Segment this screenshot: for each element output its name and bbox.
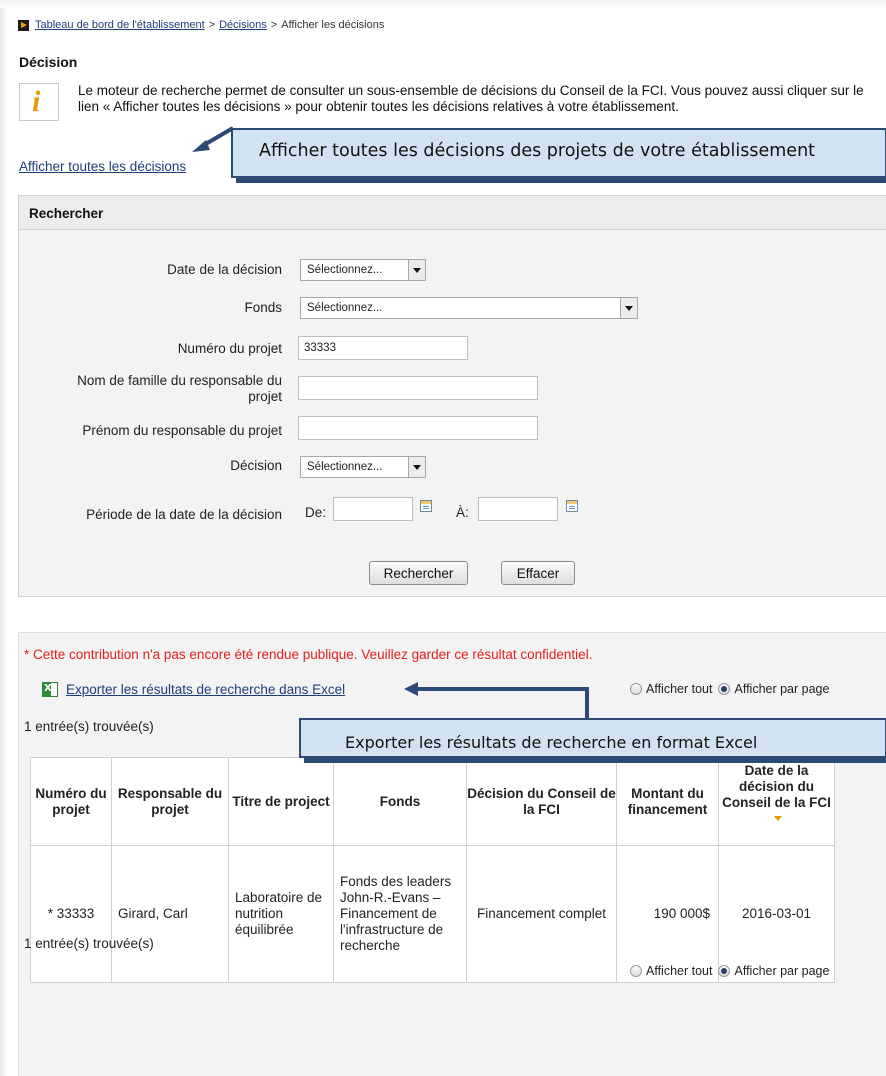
- cell-fund: Fonds des leaders John-R.-Evans – Financ…: [333, 845, 467, 983]
- decision-label: Décision: [230, 458, 282, 473]
- fund-select-value: Sélectionnez...: [307, 302, 383, 314]
- decision-date-select-value: Sélectionnez...: [307, 264, 383, 276]
- period-to-input[interactable]: [478, 497, 558, 521]
- display-mode-top: Afficher tout Afficher par page: [630, 682, 835, 696]
- page-title: Décision: [19, 54, 78, 70]
- search-header: Rechercher: [19, 196, 886, 230]
- display-all-label: Afficher tout: [646, 964, 713, 978]
- column-header-decision[interactable]: Décision du Conseil de la FCI: [466, 757, 617, 846]
- display-all-radio[interactable]: [630, 683, 642, 695]
- decision-select-value: Sélectionnez...: [307, 461, 383, 473]
- callout-arrow-line: [202, 126, 235, 147]
- breadcrumb-separator: >: [208, 19, 216, 31]
- column-header-amount[interactable]: Montant du financement: [616, 757, 719, 846]
- display-all-radio[interactable]: [630, 965, 642, 977]
- info-text: Le moteur de recherche permet de consult…: [78, 83, 864, 114]
- show-all-decisions-link[interactable]: Afficher toutes les décisions: [19, 159, 186, 174]
- chevron-down-icon: [408, 260, 425, 280]
- display-per-page-label: Afficher par page: [734, 964, 830, 978]
- chevron-down-icon: [620, 298, 637, 318]
- column-header-responsible[interactable]: Responsable du projet: [111, 757, 229, 846]
- display-per-page-radio[interactable]: [718, 683, 731, 695]
- calendar-icon[interactable]: [566, 500, 578, 512]
- callout-export: Exporter les résultats de recherche en f…: [299, 718, 886, 758]
- project-number-input[interactable]: 33333: [298, 336, 468, 360]
- display-all-label: Afficher tout: [646, 682, 713, 696]
- display-per-page-label: Afficher par page: [734, 682, 830, 696]
- cell-responsible: Girard, Carl: [111, 845, 229, 983]
- breadcrumb-arrow-icon: [18, 19, 29, 31]
- period-label: Période de la date de la décision: [86, 507, 282, 522]
- display-per-page-radio[interactable]: [718, 965, 731, 977]
- page-left-shadow: [0, 0, 8, 1076]
- confidential-warning: * Cette contribution n'a pas encore été …: [24, 647, 593, 662]
- cell-title: Laboratoire de nutrition équilibrée: [228, 845, 334, 983]
- result-count-top: 1 entrée(s) trouvée(s): [24, 719, 154, 734]
- display-mode-bottom: Afficher tout Afficher par page: [630, 964, 835, 978]
- breadcrumb-current: Afficher les décisions: [281, 19, 385, 31]
- chevron-down-icon: [408, 457, 425, 477]
- period-to-label: À:: [456, 505, 469, 520]
- last-name-input[interactable]: [298, 376, 538, 400]
- breadcrumb-link-dashboard[interactable]: Tableau de bord de l'établissement: [35, 19, 205, 31]
- column-header-decision-date-label: Date de la décision du Conseil de la FCI: [722, 762, 831, 810]
- sort-desc-icon: [773, 816, 782, 822]
- cell-decision-date: 2016-03-01: [718, 845, 835, 983]
- cell-project-number[interactable]: * 33333: [30, 845, 112, 983]
- excel-icon[interactable]: [42, 682, 58, 697]
- result-count-bottom: 1 entrée(s) trouvée(s): [24, 936, 154, 951]
- decision-date-label: Date de la décision: [167, 262, 282, 277]
- table-row: * 33333 Girard, Carl Laboratoire de nutr…: [30, 845, 835, 983]
- last-name-label: Nom de famille du responsable du projet: [77, 373, 282, 404]
- column-header-decision-date[interactable]: Date de la décision du Conseil de la FCI: [718, 757, 835, 846]
- fund-label: Fonds: [244, 300, 282, 315]
- period-from-input[interactable]: [333, 497, 413, 521]
- column-header-title[interactable]: Titre de project: [228, 757, 334, 846]
- first-name-label: Prénom du responsable du projet: [82, 423, 282, 438]
- decision-date-select[interactable]: Sélectionnez...: [300, 259, 426, 281]
- breadcrumb: Tableau de bord de l'établissement > Déc…: [18, 19, 384, 31]
- column-header-project-number[interactable]: Numéro du projet: [30, 757, 112, 846]
- search-button[interactable]: Rechercher: [369, 561, 468, 585]
- arrow-head-icon: [192, 140, 210, 152]
- callout-show-all: Afficher toutes les décisions des projet…: [231, 128, 886, 178]
- breadcrumb-separator: >: [270, 19, 278, 31]
- decision-select[interactable]: Sélectionnez...: [300, 456, 426, 478]
- first-name-input[interactable]: [298, 416, 538, 440]
- info-icon: i: [19, 83, 59, 121]
- fund-select[interactable]: Sélectionnez...: [300, 297, 638, 319]
- cell-decision: Financement complet: [466, 845, 617, 983]
- clear-button[interactable]: Effacer: [501, 561, 575, 585]
- calendar-icon[interactable]: [420, 500, 432, 512]
- project-number-label: Numéro du projet: [177, 341, 282, 356]
- page-top-shadow: [0, 0, 886, 8]
- column-header-fund[interactable]: Fonds: [333, 757, 467, 846]
- breadcrumb-link-decisions[interactable]: Décisions: [219, 19, 267, 31]
- cell-amount: 190 000$: [616, 845, 719, 983]
- period-from-label: De:: [305, 505, 327, 520]
- table-header-row: Numéro du projet Responsable du projet T…: [30, 757, 835, 846]
- export-excel-link[interactable]: Exporter les résultats de recherche dans…: [66, 682, 345, 697]
